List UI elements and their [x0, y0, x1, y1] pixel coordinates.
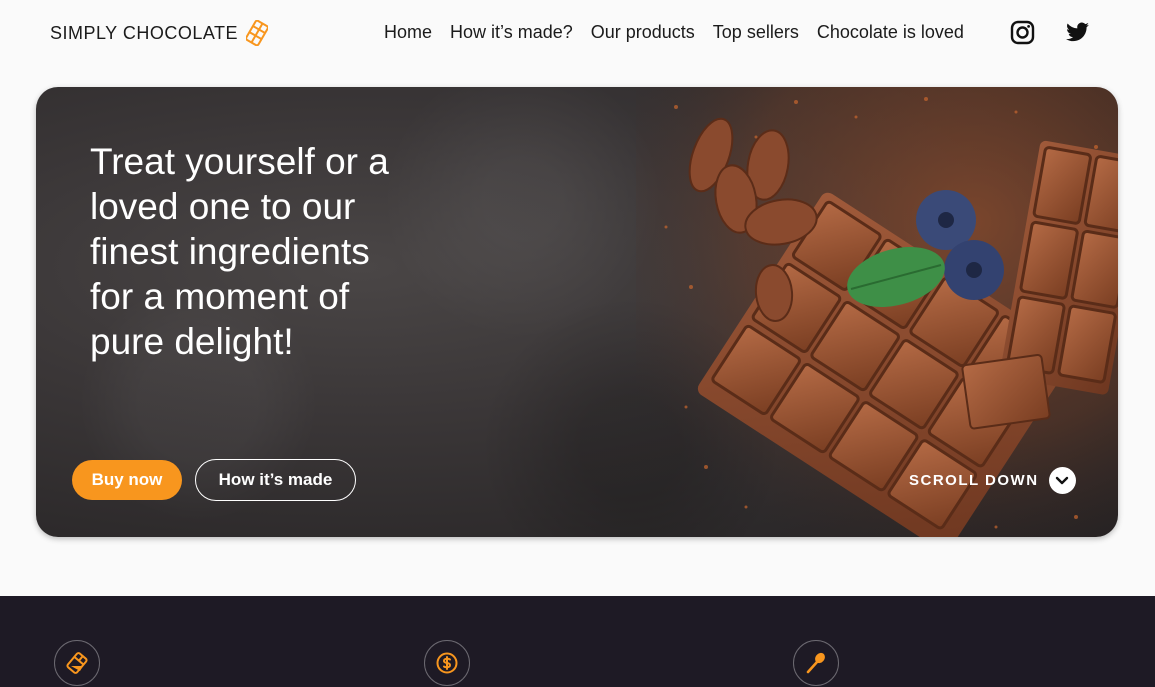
coin-icon	[424, 640, 470, 686]
chocolate-bar-icon	[54, 640, 100, 686]
hero-banner: Treat yourself or a loved one to our fin…	[36, 87, 1118, 537]
logo-text: SIMPLY CHOCOLATE	[50, 22, 239, 43]
chevron-down-icon	[1048, 467, 1076, 494]
features-section	[0, 596, 1155, 687]
nav-our-products[interactable]: Our products	[591, 22, 695, 43]
scroll-down-link[interactable]: SCROLL DOWN	[909, 467, 1076, 494]
site-header: SIMPLY CHOCOLATE Home How it’s made? Our…	[0, 0, 1155, 66]
nav-top-sellers[interactable]: Top sellers	[713, 22, 799, 43]
social-links	[1010, 20, 1090, 45]
nav-how-its-made[interactable]: How it’s made?	[450, 22, 573, 43]
buy-now-button[interactable]: Buy now	[72, 460, 182, 500]
logo[interactable]: SIMPLY CHOCOLATE	[50, 19, 269, 47]
twitter-icon[interactable]	[1065, 20, 1090, 45]
nav-home[interactable]: Home	[384, 22, 432, 43]
main-nav: Home How it’s made? Our products Top sel…	[384, 22, 964, 43]
scroll-down-label: SCROLL DOWN	[909, 472, 1039, 489]
how-its-made-button[interactable]: How it’s made	[195, 459, 356, 501]
chocolate-bar-icon	[245, 19, 269, 47]
instagram-icon[interactable]	[1010, 20, 1035, 45]
spoon-icon	[793, 640, 839, 686]
hero-title: Treat yourself or a loved one to our fin…	[90, 141, 389, 362]
nav-chocolate-is-loved[interactable]: Chocolate is loved	[817, 22, 964, 43]
